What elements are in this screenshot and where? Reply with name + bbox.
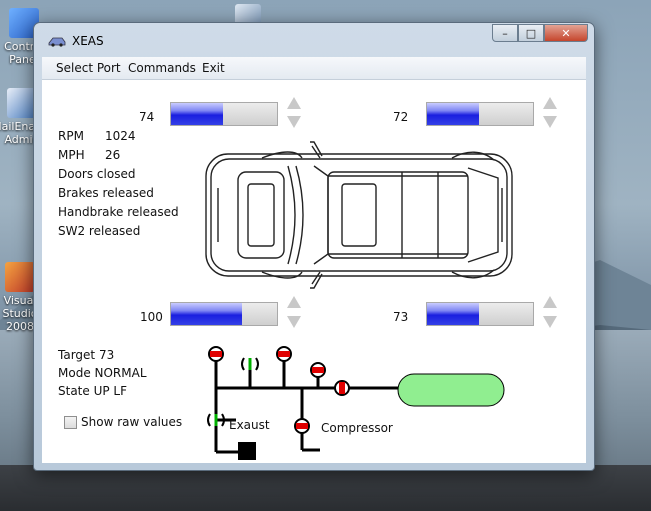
menu-commands[interactable]: Commands — [128, 61, 196, 75]
valve-icon-front-right — [276, 346, 292, 362]
doors-status: Doors closed — [58, 167, 136, 181]
menu-bar: Select Port Commands Exit — [42, 57, 586, 80]
front-right-down-arrow[interactable] — [543, 116, 557, 128]
rear-right-up-arrow[interactable] — [543, 296, 557, 308]
show-raw-values-label[interactable]: Show raw values — [81, 415, 182, 429]
compressor-label: Compressor — [321, 421, 393, 435]
mode-readout: Mode NORMAL — [58, 366, 147, 380]
rear-right-height-bar — [426, 302, 534, 326]
air-reservoir — [397, 373, 505, 407]
valve-icon-compressor — [294, 418, 310, 434]
mph-value: 26 — [105, 148, 121, 162]
menu-select-port[interactable]: Select Port — [56, 61, 121, 75]
desktop-dock — [0, 465, 651, 511]
valve-icon-front-left — [208, 346, 224, 362]
valve-icon-rear — [310, 362, 326, 378]
sw2-status: SW2 released — [58, 224, 141, 238]
main-panel: 74 72 100 73 RPM 1024 MPH 26 Doors close… — [42, 80, 586, 463]
rear-right-value: 73 — [393, 310, 409, 324]
handbrake-status: Handbrake released — [58, 205, 179, 219]
rear-left-height-bar — [170, 302, 278, 326]
minimize-button[interactable]: – — [492, 24, 518, 42]
menu-exit[interactable]: Exit — [202, 61, 225, 75]
front-right-bar-fill — [427, 103, 479, 125]
brakes-status: Brakes released — [58, 186, 154, 200]
xeas-window: XEAS – □ ✕ Select Port Commands Exit 74 … — [33, 22, 595, 471]
valve-icon-open — [241, 357, 259, 371]
visual-studio-icon — [5, 262, 35, 292]
rear-left-down-arrow[interactable] — [287, 316, 301, 328]
close-button[interactable]: ✕ — [544, 24, 588, 42]
front-right-height-bar — [426, 102, 534, 126]
rpm-label: RPM — [58, 129, 84, 143]
front-left-down-arrow[interactable] — [287, 116, 301, 128]
rpm-value: 1024 — [105, 129, 136, 143]
target-readout: Target 73 — [58, 348, 115, 362]
rear-left-value: 100 — [140, 310, 163, 324]
pneumatic-diagram — [207, 346, 505, 460]
rear-left-bar-fill — [171, 303, 243, 325]
window-title: XEAS — [72, 34, 104, 48]
exhaust-block — [238, 442, 256, 460]
front-left-up-arrow[interactable] — [287, 97, 301, 109]
rear-right-bar-fill — [427, 303, 479, 325]
title-bar[interactable]: XEAS – □ ✕ — [34, 23, 594, 57]
front-left-height-bar — [170, 102, 278, 126]
valve-icon-compressor-line — [334, 380, 350, 396]
rear-left-up-arrow[interactable] — [287, 296, 301, 308]
car-top-view — [205, 141, 513, 289]
mph-label: MPH — [58, 148, 85, 162]
front-right-up-arrow[interactable] — [543, 97, 557, 109]
front-right-value: 72 — [393, 110, 409, 124]
exhaust-label: Exaust — [229, 418, 270, 432]
state-readout: State UP LF — [58, 384, 127, 398]
front-left-bar-fill — [171, 103, 223, 125]
rear-right-down-arrow[interactable] — [543, 316, 557, 328]
maximize-button[interactable]: □ — [518, 24, 544, 42]
front-left-value: 74 — [139, 110, 155, 124]
app-icon — [48, 37, 66, 47]
show-raw-values-checkbox[interactable] — [64, 416, 77, 429]
